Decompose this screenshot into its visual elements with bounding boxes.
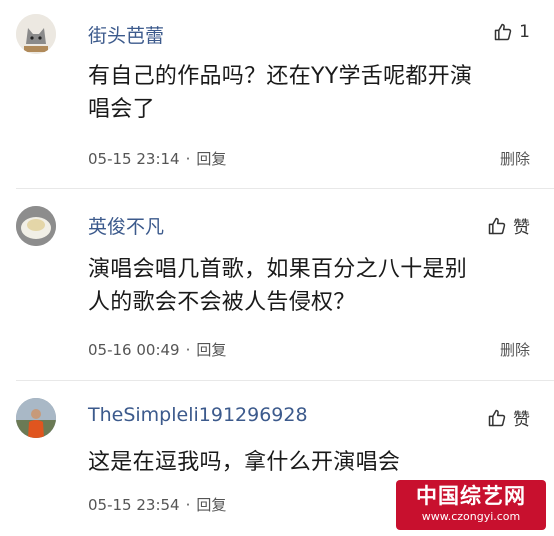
timestamp: 05-16 00:49 [88, 341, 180, 359]
timestamp: 05-15 23:14 [88, 150, 180, 168]
site-watermark: 中国综艺网 www.czongyi.com [396, 480, 546, 530]
thumbs-up-icon [488, 409, 506, 426]
username[interactable]: 英俊不凡 [88, 212, 164, 239]
thumbs-up-icon [494, 23, 512, 41]
comment-line: 有自己的作品吗？还在YY学舌呢都开演 [88, 64, 473, 89]
divider [16, 380, 554, 381]
delete-button[interactable]: 删除 [500, 148, 530, 169]
comment-line: 人的歌会不会被人告侵权？ [88, 290, 356, 315]
comment-meta: 05-16 00:49 · 回复 [88, 339, 226, 360]
comment-text: 这是在逗我吗，拿什么开演唱会 [88, 446, 528, 479]
reply-button[interactable]: 回复 [196, 496, 226, 514]
reply-button[interactable]: 回复 [196, 341, 226, 359]
watermark-title: 中国综艺网 [416, 483, 526, 508]
person-avatar[interactable] [16, 398, 56, 438]
reply-button[interactable]: 回复 [196, 150, 226, 168]
comment-line: 演唱会唱几首歌，如果百分之八十是别 [88, 257, 468, 282]
comment-text: 有自己的作品吗？还在YY学舌呢都开演 唱会了 [88, 60, 528, 126]
like-label: 赞 [513, 410, 530, 430]
like-button[interactable]: 赞 [487, 213, 530, 238]
comment-text: 演唱会唱几首歌，如果百分之八十是别 人的歌会不会被人告侵权？ [88, 253, 528, 319]
comment-meta: 05-15 23:54 · 回复 [88, 494, 226, 515]
like-button[interactable]: 赞 [487, 405, 530, 430]
timestamp: 05-15 23:54 [88, 496, 180, 514]
thumbs-up-icon [488, 217, 506, 234]
comment-meta: 05-15 23:14 · 回复 [88, 148, 226, 169]
divider [16, 188, 554, 189]
separator: · [185, 341, 191, 359]
bowl-avatar[interactable] [16, 206, 56, 246]
cat-avatar[interactable] [16, 14, 56, 54]
like-count: 1 [519, 22, 530, 42]
username[interactable]: TheSimpleli191296928 [88, 404, 308, 426]
comment-line: 唱会了 [88, 97, 155, 122]
separator: · [185, 496, 191, 514]
like-button[interactable]: 1 [493, 22, 530, 42]
like-label: 赞 [513, 218, 530, 238]
separator: · [185, 150, 191, 168]
username[interactable]: 街头芭蕾 [88, 21, 164, 48]
delete-button[interactable]: 删除 [500, 339, 530, 360]
watermark-url: www.czongyi.com [421, 510, 521, 523]
comment-line: 这是在逗我吗，拿什么开演唱会 [88, 450, 401, 475]
